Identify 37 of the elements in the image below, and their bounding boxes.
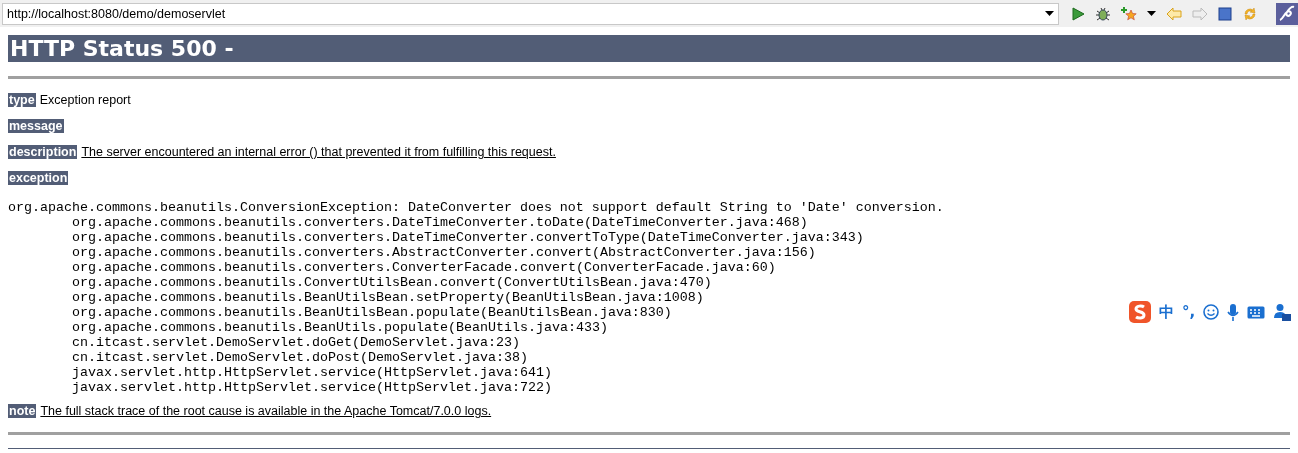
stack-frame: javax.servlet.http.HttpServlet.service(HttpServlet.java:641) xyxy=(72,365,552,380)
note-text: The full stack trace of the root cause is available in the Apache Tomcat/7.0.0 logs. xyxy=(40,404,492,418)
ime-logo-icon[interactable] xyxy=(1129,301,1151,323)
field-label: note xyxy=(8,404,37,418)
bug-icon[interactable] xyxy=(1095,5,1111,22)
field-label: description xyxy=(8,145,78,159)
stack-frame: org.apache.commons.beanutils.BeanUtils.populate(BeanUtils.java:433) xyxy=(72,320,608,335)
page-heading: HTTP Status 500 - xyxy=(8,35,1290,62)
dropdown-icon[interactable] xyxy=(1045,11,1054,16)
run-icon[interactable] xyxy=(1071,6,1085,21)
exception-message: org.apache.commons.beanutils.ConversionException: DateConverter does not support default String to 'Date' conversion. xyxy=(8,200,944,215)
field-label: type xyxy=(8,93,36,107)
stack-frame: cn.itcast.servlet.DemoServlet.doPost(DemoServlet.java:38) xyxy=(72,350,528,365)
app-logo-icon[interactable] xyxy=(1276,2,1298,25)
microphone-icon[interactable] xyxy=(1227,303,1240,321)
stack-frame: javax.servlet.http.HttpServlet.service(HttpServlet.java:722) xyxy=(72,380,552,395)
stack-frame: org.apache.commons.beanutils.converters.DateTimeConverter.toDate(DateTimeConverter.java:468) xyxy=(72,215,808,230)
stack-frame: cn.itcast.servlet.DemoServlet.doGet(DemoServlet.java:23) xyxy=(72,335,520,350)
field-label: exception xyxy=(8,171,69,185)
stack-frame: org.apache.commons.beanutils.BeanUtilsBean.setProperty(BeanUtilsBean.java:1008) xyxy=(72,290,704,305)
smiley-icon[interactable] xyxy=(1203,304,1220,320)
star-plus-icon[interactable] xyxy=(1121,5,1137,22)
ime-mode[interactable]: 中 xyxy=(1159,302,1174,322)
stack-frame: org.apache.commons.beanutils.converters.ConverterFacade.convert(ConverterFacade.java:60) xyxy=(72,260,776,275)
stack-frame: org.apache.commons.beanutils.ConvertUtilsBean.convert(ConvertUtilsBean.java:470) xyxy=(72,275,712,290)
ime-punctuation[interactable]: °, xyxy=(1182,303,1196,321)
keyboard-icon[interactable] xyxy=(1247,305,1266,319)
field-text: The server encountered an internal error () that prevented it from fulfilling this request. xyxy=(81,145,556,159)
stop-icon[interactable] xyxy=(1218,6,1232,21)
field-text: Exception report xyxy=(39,93,131,107)
dropdown-icon[interactable] xyxy=(1147,11,1156,16)
stack-frame: org.apache.commons.beanutils.converters.AbstractConverter.convert(AbstractConverter.java:156) xyxy=(72,245,816,260)
address-field[interactable]: http://localhost:8080/demo/demoservlet xyxy=(2,2,1059,25)
user-icon[interactable] xyxy=(1273,303,1292,321)
stack-frame: org.apache.commons.beanutils.BeanUtilsBean.populate(BeanUtilsBean.java:830) xyxy=(72,305,672,320)
stack-frame: org.apache.commons.beanutils.converters.DateTimeConverter.convertToType(DateTimeConverter.java:343) xyxy=(72,230,864,245)
field-label: message xyxy=(8,119,64,133)
